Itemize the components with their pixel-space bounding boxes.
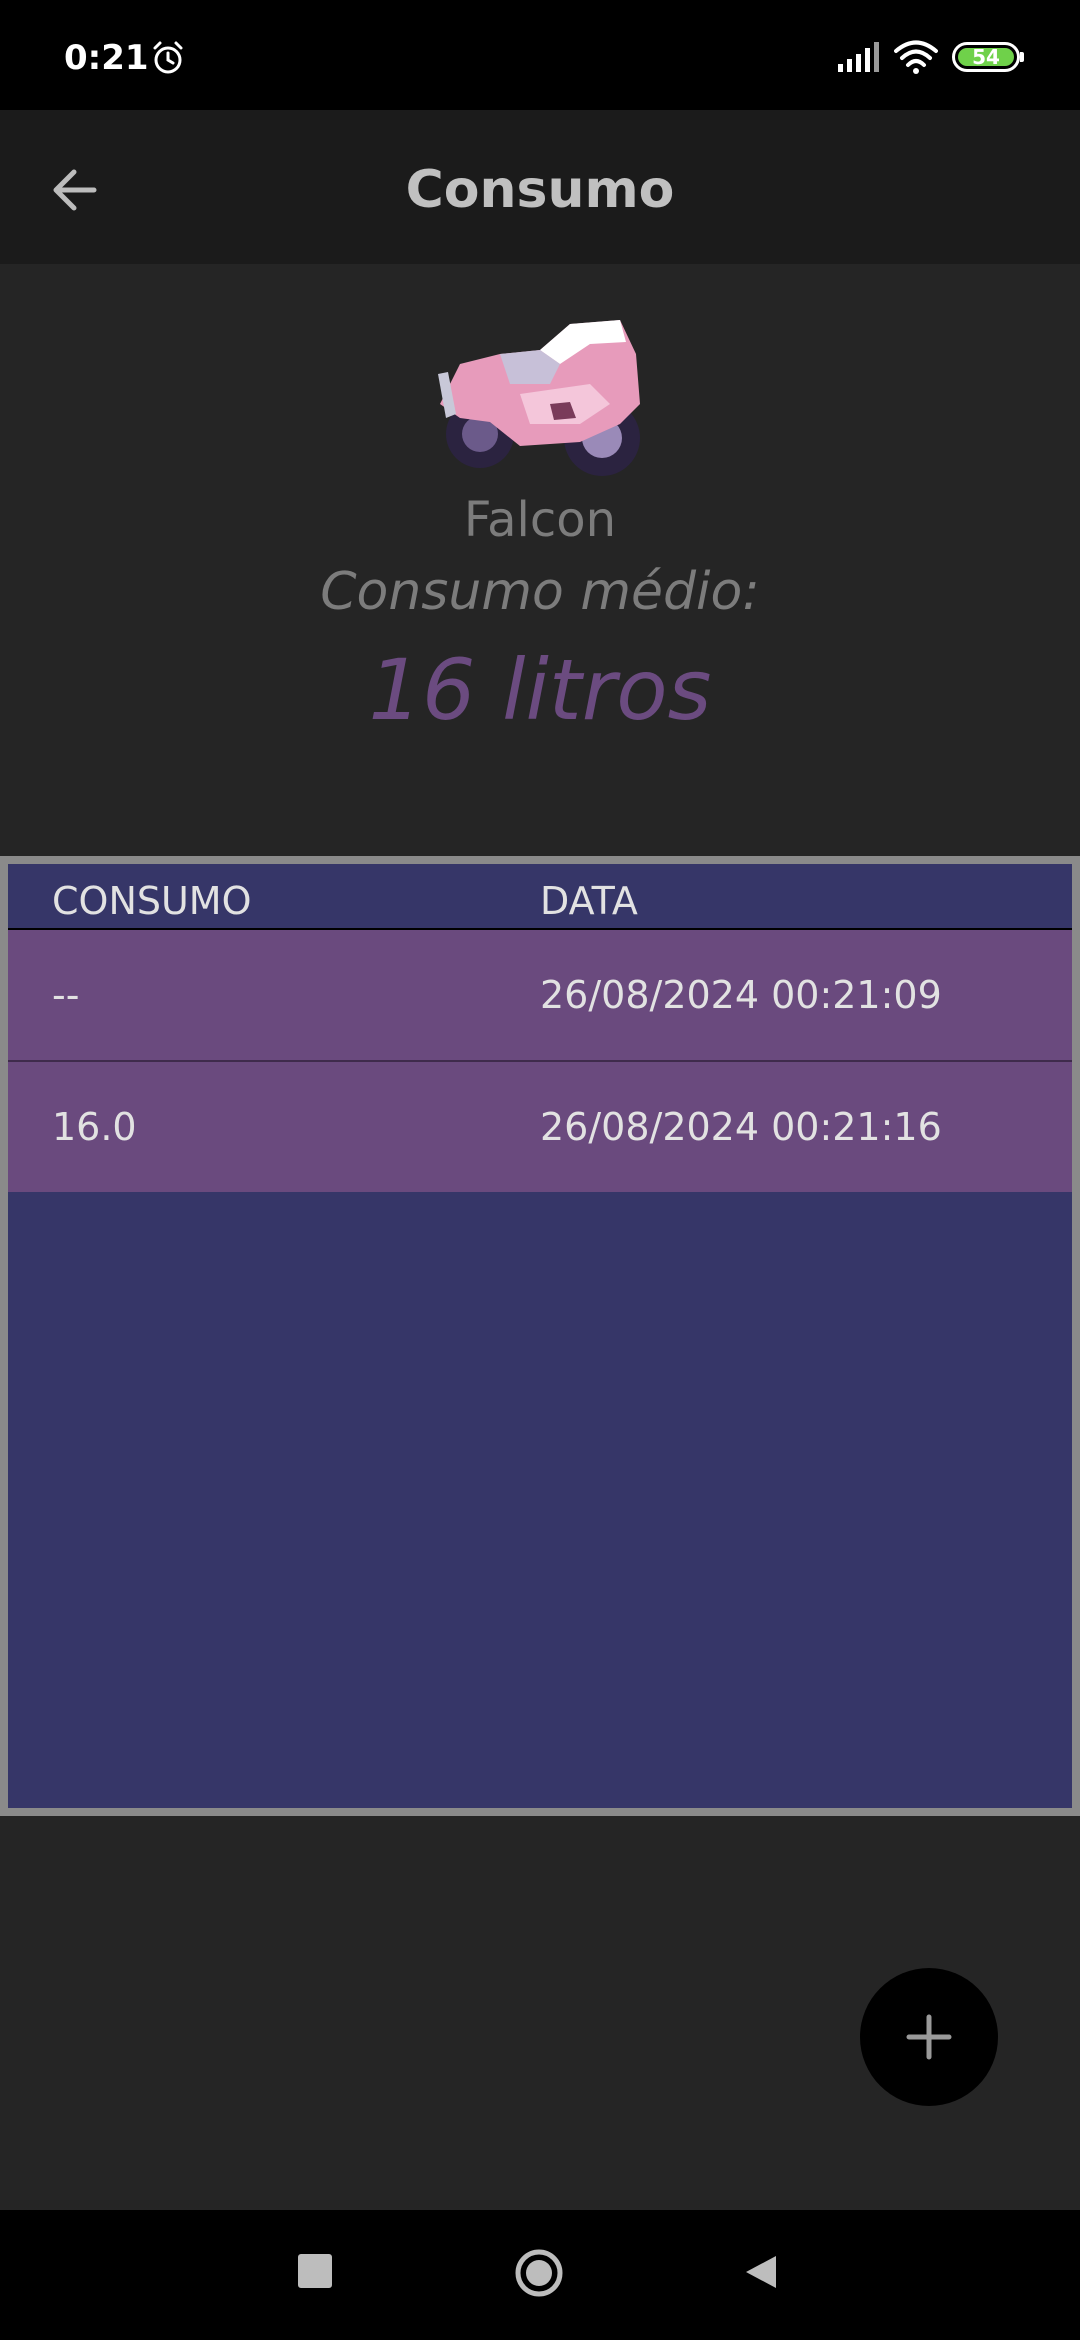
page-title: Consumo — [405, 160, 675, 220]
recents-icon[interactable] — [298, 2254, 332, 2288]
home-icon[interactable] — [514, 2248, 564, 2298]
battery-fill: 54 — [958, 45, 1014, 69]
table-row[interactable]: -- 26/08/2024 00:21:09 — [8, 930, 1072, 1062]
battery-tip — [1020, 52, 1024, 62]
back-icon[interactable] — [740, 2252, 780, 2292]
battery-icon: 54 — [952, 42, 1020, 72]
cell-data: 26/08/2024 00:21:16 — [540, 1105, 942, 1149]
column-header-data: DATA — [540, 879, 638, 923]
cell-consumo: -- — [52, 973, 80, 1017]
alarm-icon — [153, 41, 183, 74]
table-header: CONSUMO DATA — [8, 864, 1072, 930]
battery-level: 54 — [972, 45, 1000, 69]
column-header-consumo: CONSUMO — [52, 879, 252, 923]
vehicle-name: Falcon — [463, 492, 617, 548]
system-navigation-bar — [0, 2210, 1080, 2340]
app-bar: Consumo — [0, 110, 1080, 264]
consumption-table: CONSUMO DATA -- 26/08/2024 00:21:09 16.0… — [0, 856, 1080, 1816]
status-bar: 0:21 54 — [0, 0, 1080, 110]
cell-consumo: 16.0 — [52, 1105, 137, 1149]
table-row[interactable]: 16.0 26/08/2024 00:21:16 — [8, 1062, 1072, 1192]
plus-icon — [906, 2014, 952, 2060]
signal-icon — [838, 42, 879, 72]
average-consumption-label: Consumo médio: — [320, 562, 760, 622]
motorcycle-image — [438, 320, 640, 476]
wifi-icon — [894, 40, 938, 74]
cell-data: 26/08/2024 00:21:09 — [540, 973, 942, 1017]
add-consumption-button[interactable] — [860, 1968, 998, 2106]
average-consumption-value: 16 litros — [368, 641, 712, 739]
status-time: 0:21 — [64, 38, 149, 78]
